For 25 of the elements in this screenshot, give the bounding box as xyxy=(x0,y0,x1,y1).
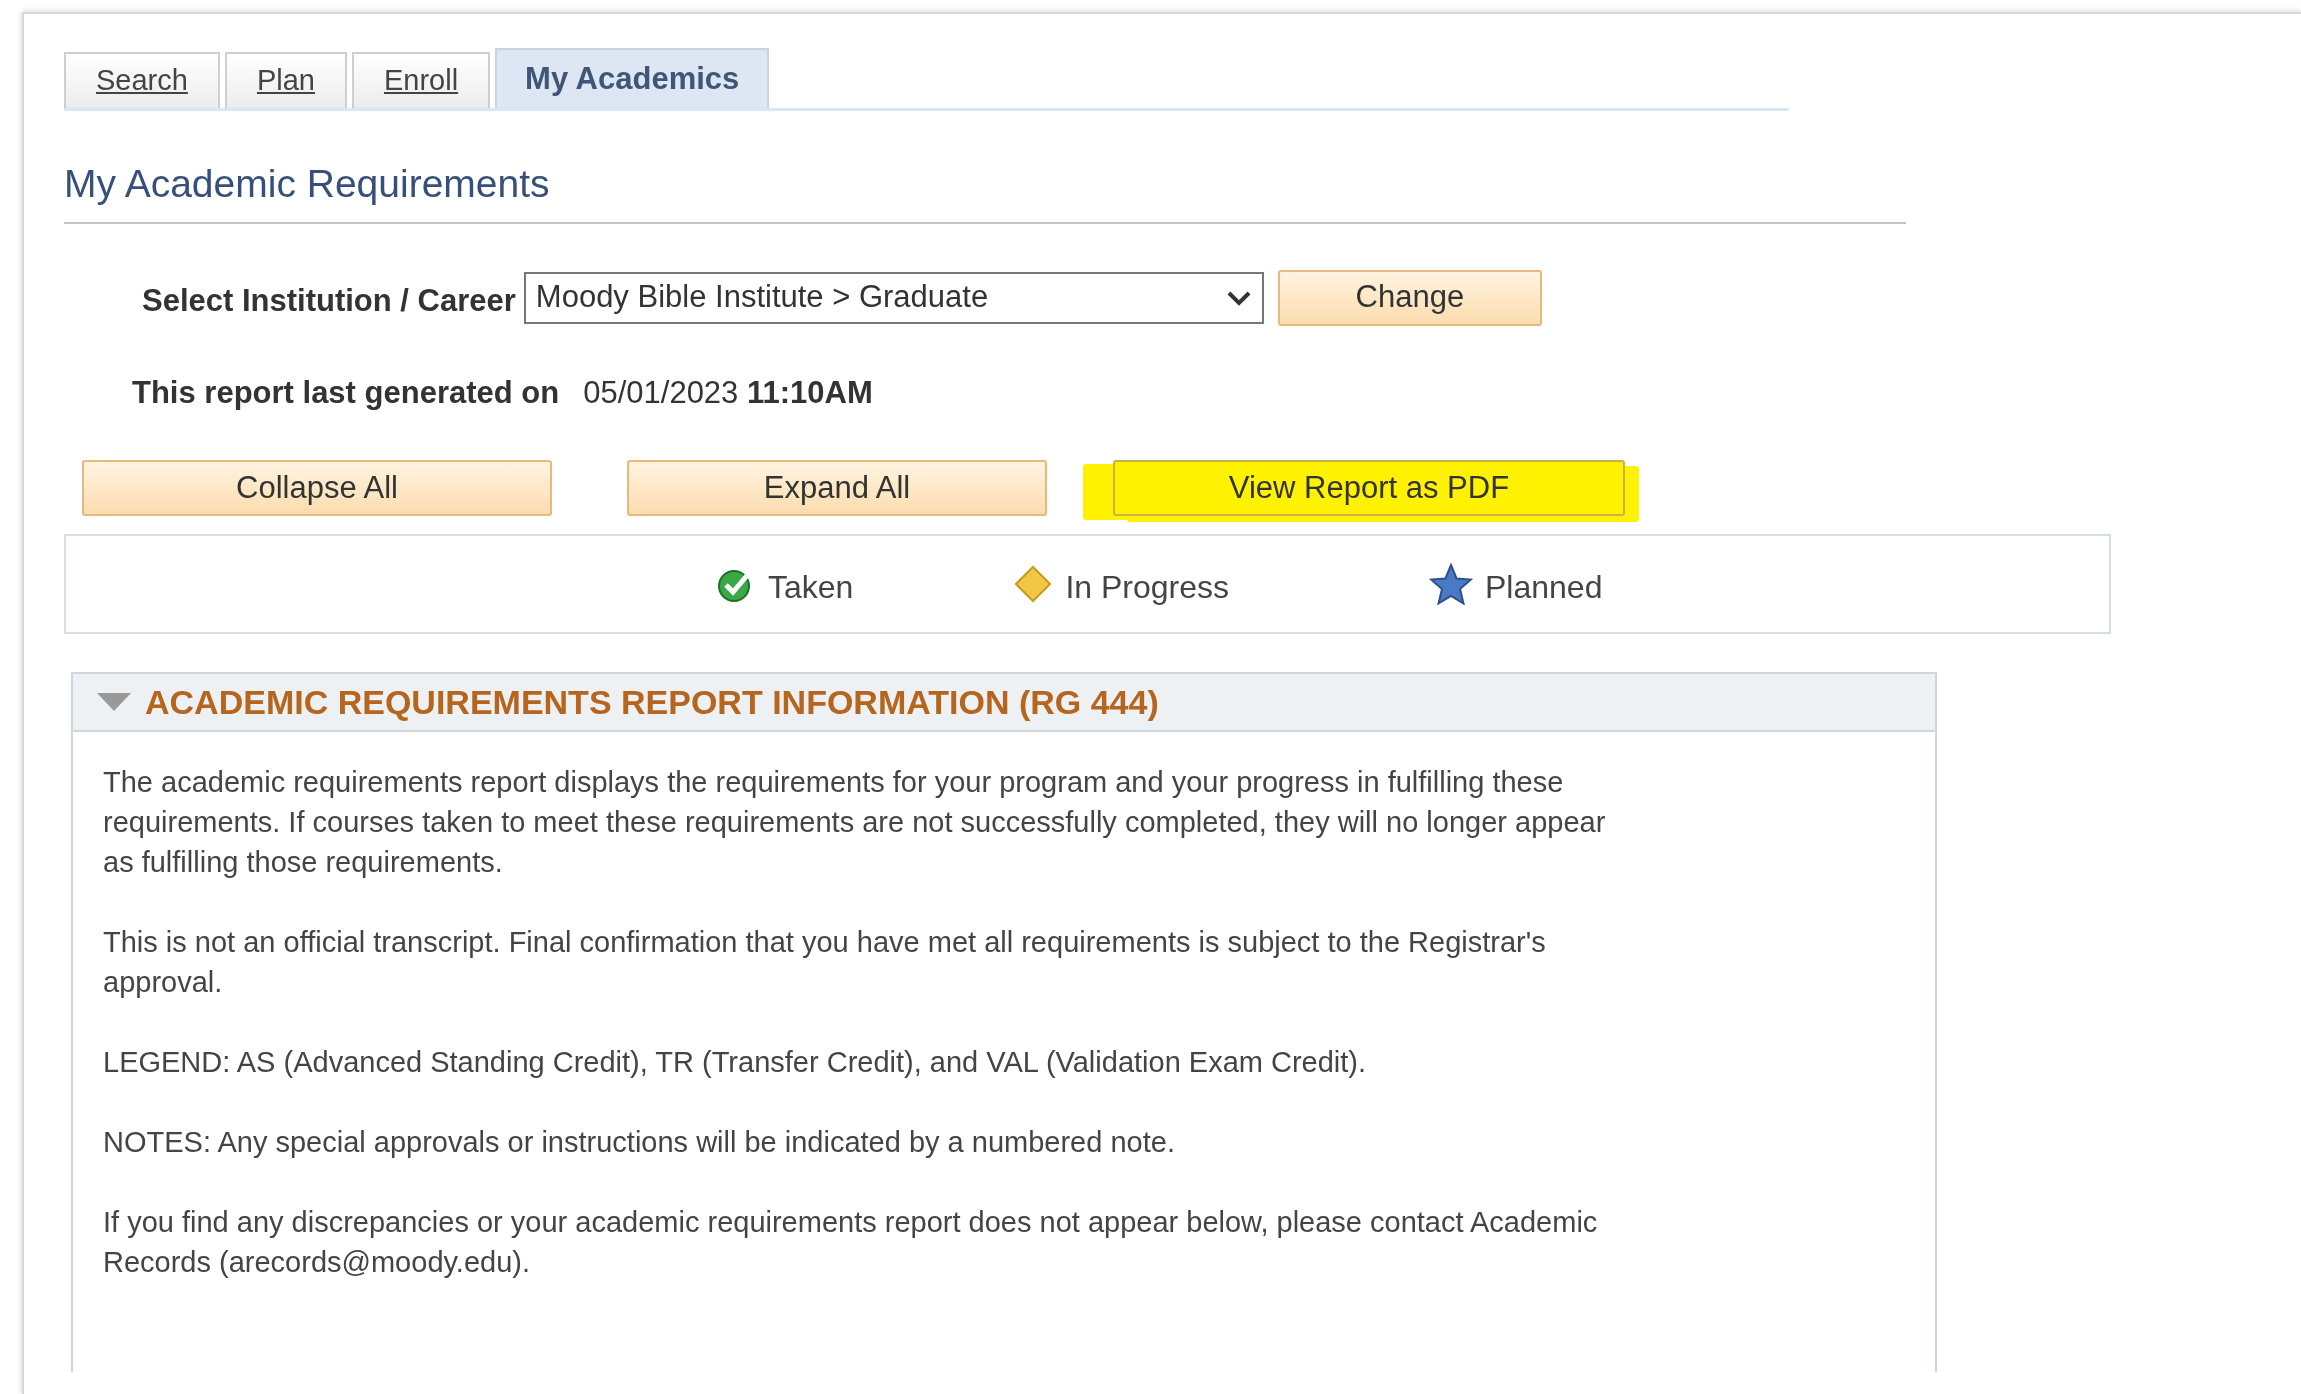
info-paragraph: This is not an official transcript. Final confirmation that you have met all requirements is subject to the Registrar's approval. xyxy=(103,925,1547,1000)
legend-label: In Progress xyxy=(1065,568,1229,607)
info-paragraph: If you find any discrepancies or your academic requirements report does not appear below, please contact Academic Records (arecords@moody.edu). xyxy=(103,1205,1599,1280)
info-paragraph: LEGEND: AS (Advanced Standing Credit), TR (Transfer Credit), and VAL (Validation Exam Credit). xyxy=(103,1045,1368,1080)
panel-title: ACADEMIC REQUIREMENTS REPORT INFORMATION (RG 444) xyxy=(145,681,1159,723)
tab[interactable]: Enroll xyxy=(351,52,491,108)
change-button[interactable]: Change xyxy=(1277,269,1542,326)
legend-label: Taken xyxy=(768,568,854,607)
info-paragraph: The academic requirements report displays the requirements for your program and your progress in fulfilling these requirements. If courses taken to meet these requirements are not successfully completed, they will no longer appear as fulfilling those requirements. xyxy=(103,765,1607,880)
tab[interactable]: Plan xyxy=(224,52,347,108)
field-label: Select Institution / Career xyxy=(142,282,516,321)
action-button[interactable]: Expand All xyxy=(627,460,1047,516)
tab[interactable]: Search xyxy=(64,52,220,108)
legend-label: Planned xyxy=(1485,568,1603,607)
chevron-down-icon xyxy=(1225,289,1252,306)
info-paragraph: NOTES: Any special approvals or instructions will be indicated by a numbered note. xyxy=(103,1125,1176,1160)
star-icon xyxy=(1429,563,1473,605)
tab[interactable]: My Academics xyxy=(495,48,770,108)
generated-label: This report last generated on xyxy=(132,373,560,412)
action-button[interactable]: Collapse All xyxy=(82,460,552,516)
generated-timestamp: 05/01/2023 11:10AM xyxy=(583,373,873,412)
panel-header[interactable]: ACADEMIC REQUIREMENTS REPORT INFORMATION (RG 444) xyxy=(73,674,1935,732)
diamond-icon xyxy=(1013,564,1054,604)
page-heading: My Academic Requirements xyxy=(64,155,1906,224)
institution-dropdown[interactable]: Moody Bible Institute > Graduate xyxy=(523,271,1264,324)
